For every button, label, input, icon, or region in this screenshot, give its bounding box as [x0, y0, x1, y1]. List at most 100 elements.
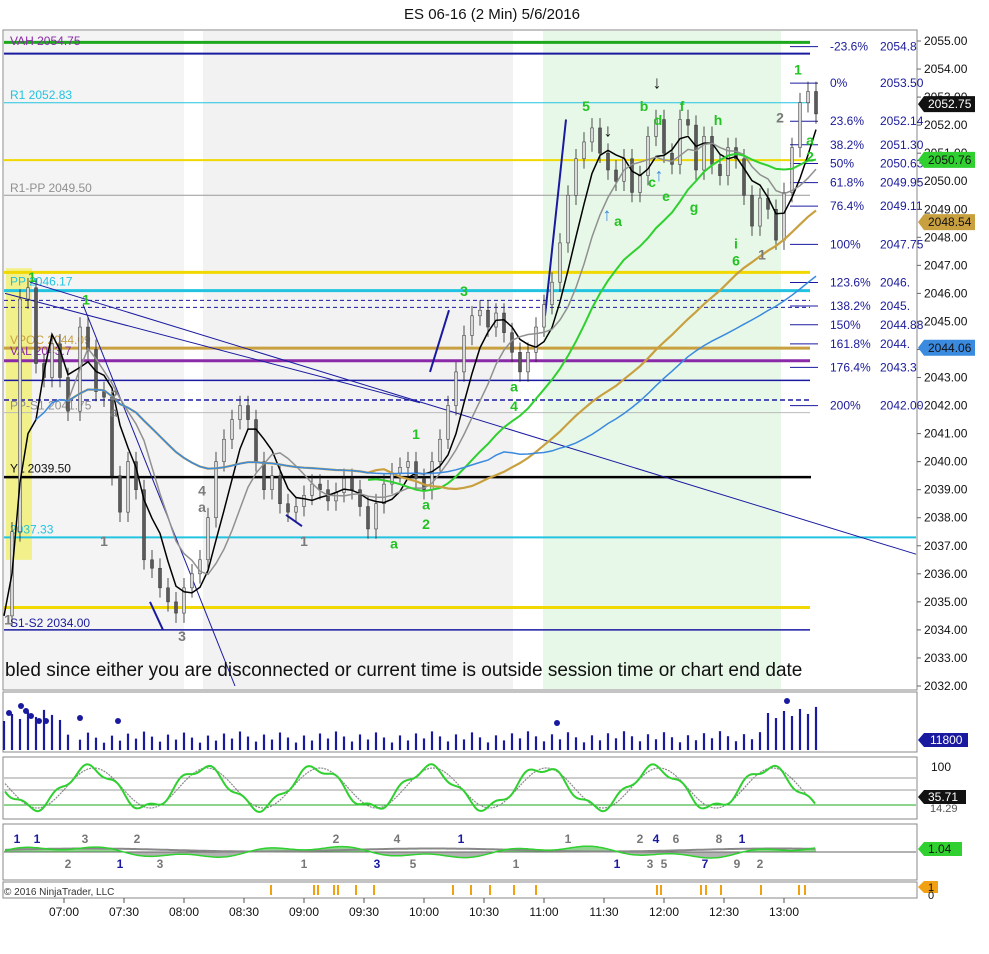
candle-body	[542, 304, 546, 328]
fib-level-value: 2046.	[880, 275, 910, 289]
candle-body	[334, 492, 338, 502]
candle-body	[398, 467, 402, 474]
fib-level-value: 2050.63	[880, 157, 924, 171]
y-tick-label: 2034.00	[924, 623, 968, 637]
fib-level-label: 61.8%	[830, 176, 864, 190]
candle-body	[166, 587, 170, 603]
candle-body	[462, 335, 466, 373]
volume-spike-dot	[115, 718, 121, 724]
wave-label: 1	[4, 611, 12, 627]
copyright-text: © 2016 NinjaTrader, LLC	[4, 887, 114, 898]
signal-arrow-icon: ↓	[604, 120, 613, 140]
signal-arrow-icon: ↑	[655, 165, 664, 185]
fib-level-label: 138.2%	[830, 299, 871, 313]
candle-body	[50, 343, 54, 378]
wave-label: a	[390, 536, 398, 552]
fib-level-value: 2049.11	[880, 199, 923, 213]
candle-body	[806, 91, 810, 103]
volume-spike-dot	[784, 698, 790, 704]
wave-label: 2	[110, 387, 118, 403]
fib-level-value: 2051.30	[880, 138, 924, 152]
level-label: PP 2046.17	[10, 275, 73, 289]
candle-body	[710, 136, 714, 165]
macd-wave-label: 2	[757, 857, 764, 871]
stoch-marker2-label: 14.29	[930, 803, 958, 815]
candle-body	[470, 315, 474, 336]
y-tick-label: 2047.00	[924, 258, 968, 272]
event-tick	[337, 885, 339, 895]
wave-label: 6	[732, 252, 740, 268]
y-tick-label: 2048.00	[924, 230, 968, 244]
event-tick	[705, 885, 707, 895]
wave-label: 1	[412, 426, 420, 442]
event-tick	[452, 885, 454, 895]
candle-body	[518, 352, 522, 373]
candle-body	[238, 405, 242, 420]
candle-body	[414, 461, 418, 479]
x-tick-label: 12:00	[649, 905, 679, 919]
x-tick-label: 11:30	[589, 905, 618, 919]
volume-spike-dot	[23, 708, 29, 714]
wave-label: 5	[582, 98, 590, 114]
candle-body	[574, 158, 578, 196]
macd-wave-label: 2	[333, 832, 340, 846]
fib-level-value: 2044.	[880, 337, 910, 351]
fib-level-label: 200%	[830, 399, 861, 413]
y-tick-label: 2042.00	[924, 399, 968, 413]
event-tick	[355, 885, 357, 895]
candle-body	[670, 152, 674, 165]
candle-body	[350, 478, 354, 490]
event-tick	[489, 885, 491, 895]
level-label: R1-PP 2049.50	[10, 181, 92, 195]
candle-body	[758, 197, 762, 227]
event-bottom-label: 0	[928, 890, 934, 902]
wave-label: a	[510, 379, 518, 395]
event-tick	[700, 885, 702, 895]
fib-level-value: 2053.50	[880, 76, 924, 90]
signal-arrow-icon: ↓	[653, 73, 662, 93]
wave-label: a	[422, 496, 430, 512]
event-tick	[470, 885, 472, 895]
x-tick-label: 08:00	[169, 905, 199, 919]
macd-wave-label: 1	[513, 857, 520, 871]
x-tick-label: 11:00	[529, 905, 558, 919]
y-tick-label: 2036.00	[924, 567, 968, 581]
candle-body	[66, 377, 70, 412]
macd-wave-label: 3	[82, 832, 89, 846]
candle-body	[486, 309, 490, 328]
event-tick	[313, 885, 315, 895]
wave-label: 2	[776, 109, 784, 125]
candle-body	[302, 495, 306, 507]
candle-body	[86, 326, 90, 350]
y-tick-label: 2054.00	[924, 62, 968, 76]
macd-wave-label: 1	[614, 857, 621, 871]
y-tick-label: 2041.00	[924, 427, 968, 441]
fib-level-label: 0%	[830, 76, 848, 90]
macd-marker-label: 1.04	[928, 842, 952, 856]
candle-body	[278, 475, 282, 504]
volume-spike-dot	[28, 713, 34, 719]
wave-label: f	[680, 98, 685, 114]
x-tick-label: 09:30	[349, 905, 379, 919]
candle-body	[438, 438, 442, 462]
candle-body	[174, 601, 178, 614]
macd-wave-label: 2	[637, 832, 644, 846]
candle-body	[638, 175, 642, 193]
candle-body	[374, 503, 378, 530]
macd-wave-label: 1	[739, 832, 746, 846]
wave-label: 2	[806, 149, 814, 165]
macd-wave-label: 5	[410, 857, 417, 871]
candle-body	[222, 438, 226, 462]
candle-body	[342, 478, 346, 493]
y-tick-label: 2046.00	[924, 286, 968, 300]
candle-body	[606, 152, 610, 171]
volume-spike-dot	[36, 718, 42, 724]
candle-body	[782, 192, 786, 241]
candle-body	[566, 194, 570, 244]
wave-label: e	[662, 188, 670, 204]
x-tick-label: 09:00	[289, 905, 319, 919]
candle-body	[678, 119, 682, 165]
wave-label: b	[640, 98, 649, 114]
level-label: R1 2052.83	[10, 88, 72, 102]
y-tick-label: 2035.00	[924, 595, 968, 609]
